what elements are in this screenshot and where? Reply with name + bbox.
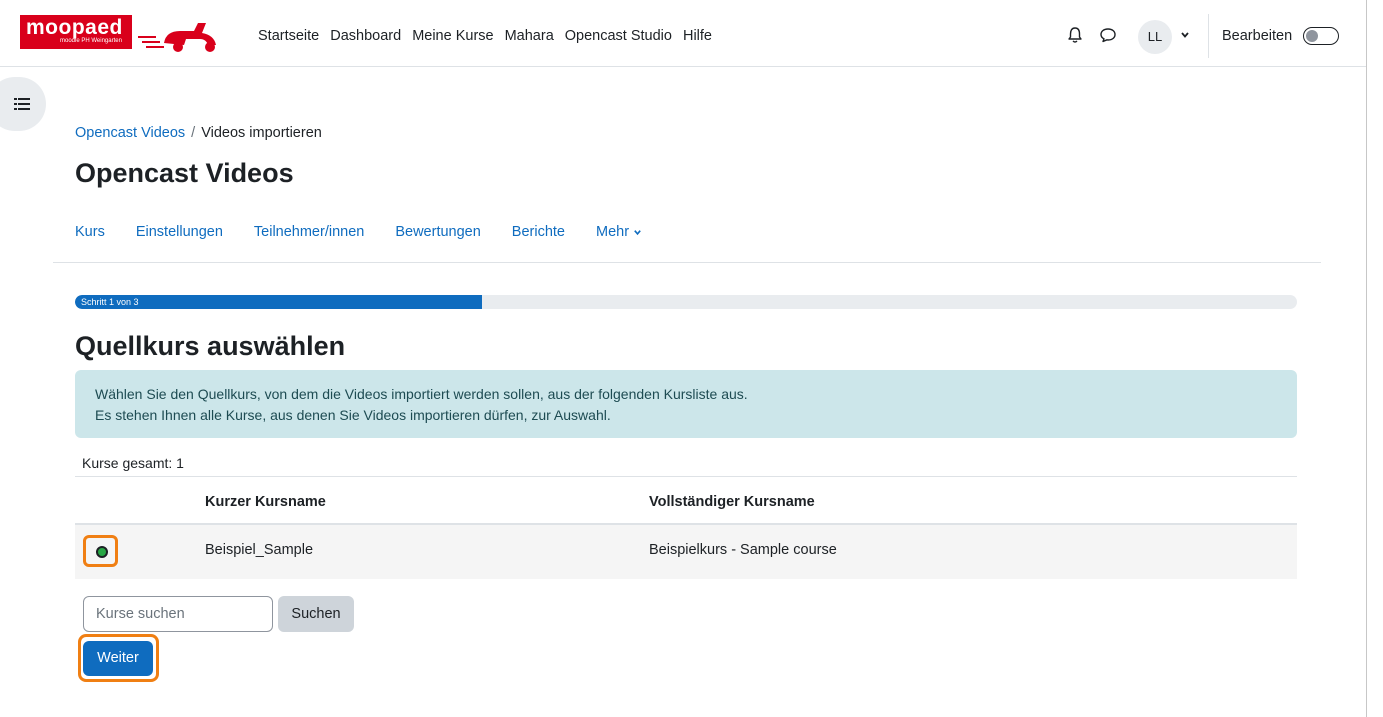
- search-button[interactable]: Suchen: [278, 596, 354, 632]
- nav-divider: [1208, 14, 1209, 58]
- chevron-down-icon[interactable]: [1180, 30, 1190, 40]
- column-header-short-name: Kurzer Kursname: [205, 494, 326, 510]
- window-edge: [1366, 0, 1367, 717]
- logo-box: moopaed moodle PH Weingarten: [20, 15, 132, 49]
- info-alert: Wählen Sie den Quellkurs, von dem die Vi…: [75, 370, 1297, 438]
- info-line-1: Wählen Sie den Quellkurs, von dem die Vi…: [95, 386, 748, 402]
- edit-mode-label: Bearbeiten: [1222, 28, 1293, 44]
- logo-subtext: moodle PH Weingarten: [60, 38, 122, 44]
- secondary-nav: Kurs Einstellungen Teilnehmer/innen Bewe…: [75, 224, 673, 240]
- course-search-input[interactable]: Kurse suchen: [83, 596, 273, 632]
- scooter-icon: [138, 23, 216, 52]
- tab-kurs[interactable]: Kurs: [75, 224, 105, 240]
- chevron-down-icon: [634, 229, 641, 235]
- site-logo[interactable]: moopaed moodle PH Weingarten: [20, 15, 220, 55]
- primary-nav: Startseite Dashboard Meine Kurse Mahara …: [258, 28, 723, 44]
- edit-mode-toggle[interactable]: [1303, 27, 1339, 45]
- nav-item-mahara[interactable]: Mahara: [505, 28, 554, 44]
- course-count: Kurse gesamt: 1: [82, 455, 184, 471]
- message-icon[interactable]: [1099, 27, 1117, 43]
- toggle-knob: [1306, 30, 1318, 42]
- tab-mehr[interactable]: Mehr: [596, 224, 642, 240]
- table-top-border: [75, 476, 1297, 477]
- info-line-2: Es stehen Ihnen alle Kurse, aus denen Si…: [95, 407, 611, 423]
- tab-einstellungen[interactable]: Einstellungen: [136, 224, 223, 240]
- tab-berichte[interactable]: Berichte: [512, 224, 565, 240]
- tab-bewertungen[interactable]: Bewertungen: [395, 224, 480, 240]
- nav-item-startseite[interactable]: Startseite: [258, 28, 319, 44]
- course-full-name: Beispielkurs - Sample course: [649, 542, 837, 558]
- wizard-progress-bar: [75, 295, 1297, 309]
- course-short-name: Beispiel_Sample: [205, 542, 314, 558]
- breadcrumb-parent[interactable]: Opencast Videos: [75, 125, 185, 141]
- secondary-nav-divider: [53, 262, 1321, 263]
- wizard-step-label: Schritt 1 von 3: [81, 297, 139, 307]
- list-icon: [14, 98, 30, 110]
- tab-teilnehmer[interactable]: Teilnehmer/innen: [254, 224, 364, 240]
- nav-item-hilfe[interactable]: Hilfe: [683, 28, 712, 44]
- bell-icon[interactable]: [1067, 26, 1083, 44]
- nav-item-meine-kurse[interactable]: Meine Kurse: [412, 28, 493, 44]
- user-avatar[interactable]: LL: [1138, 20, 1172, 54]
- nav-item-dashboard[interactable]: Dashboard: [330, 28, 401, 44]
- tab-mehr-label: Mehr: [596, 224, 630, 240]
- course-radio-highlight: [83, 535, 118, 567]
- breadcrumb: Opencast Videos / Videos importieren: [75, 125, 322, 141]
- column-header-full-name: Vollständiger Kursname: [649, 494, 815, 510]
- breadcrumb-current: Videos importieren: [201, 125, 322, 141]
- nav-item-opencast-studio[interactable]: Opencast Studio: [565, 28, 672, 44]
- step-title: Quellkurs auswählen: [75, 331, 346, 361]
- course-radio-button[interactable]: [96, 546, 108, 558]
- next-button[interactable]: Weiter: [83, 641, 153, 676]
- breadcrumb-separator: /: [191, 125, 196, 141]
- logo-text: moopaed: [26, 16, 123, 39]
- page-title: Opencast Videos: [75, 158, 294, 188]
